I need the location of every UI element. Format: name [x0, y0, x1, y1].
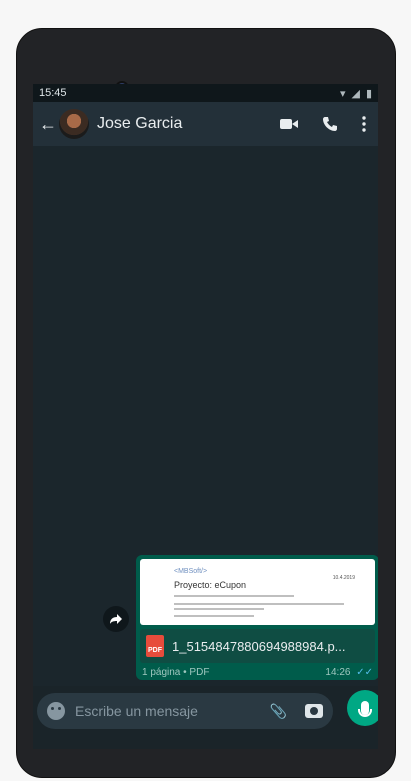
message-meta: 1 página • PDF 14:26 ✓✓: [140, 663, 375, 678]
preview-text-line: [174, 615, 254, 617]
attach-icon[interactable]: 📎: [270, 703, 287, 720]
message-time-wrap: 14:26 ✓✓: [325, 667, 373, 678]
pdf-file-icon: PDF: [146, 635, 164, 657]
chat-header: ← Jose Garcia: [33, 102, 378, 146]
preview-logo: <MBSoft/>: [174, 568, 208, 575]
voice-call-icon[interactable]: [322, 116, 338, 132]
status-icons: ▾ ◢ ▮: [340, 87, 372, 100]
message-time: 14:26: [325, 667, 351, 678]
back-arrow-icon[interactable]: ←: [39, 114, 57, 135]
file-row[interactable]: PDF 1_5154847880694988984.p...: [140, 629, 375, 663]
phone-screen: 15:45 ▾ ◢ ▮ ← Jose Garcia <MBSoft/> 10.4…: [33, 84, 378, 749]
document-message-bubble[interactable]: <MBSoft/> 10.4.2019 Proyecto: eCupon PDF…: [136, 555, 378, 680]
forward-button[interactable]: [103, 606, 129, 632]
page-count: 1 página • PDF: [142, 667, 210, 678]
preview-title: Proyecto: eCupon: [174, 580, 247, 590]
message-composer: Escribe un mensaje 📎: [33, 686, 378, 736]
emoji-icon[interactable]: [47, 702, 65, 720]
signal-icon: ◢: [351, 87, 360, 100]
battery-icon: ▮: [365, 87, 372, 100]
contact-name[interactable]: Jose Garcia: [97, 115, 280, 133]
avatar[interactable]: [59, 109, 89, 139]
wifi-icon: ▾: [339, 87, 346, 100]
preview-text-line: [174, 595, 294, 597]
message-input[interactable]: Escribe un mensaje 📎: [37, 693, 333, 729]
voice-record-button[interactable]: [347, 690, 378, 726]
file-name: 1_5154847880694988984.p...: [172, 638, 346, 654]
message-placeholder[interactable]: Escribe un mensaje: [75, 703, 270, 719]
read-receipt-icon: ✓✓: [356, 667, 373, 678]
menu-icon[interactable]: [362, 116, 366, 132]
status-time: 15:45: [39, 87, 67, 99]
microphone-icon: [358, 701, 372, 717]
preview-text-line: [174, 608, 264, 610]
status-bar: 15:45 ▾ ◢ ▮: [33, 84, 378, 102]
header-actions: [280, 116, 372, 132]
video-call-icon[interactable]: [280, 118, 298, 130]
camera-icon[interactable]: [305, 704, 323, 718]
preview-date: 10.4.2019: [332, 575, 355, 581]
forward-arrow-icon: [110, 614, 122, 624]
preview-text-line: [174, 603, 344, 605]
document-preview[interactable]: <MBSoft/> 10.4.2019 Proyecto: eCupon: [140, 559, 375, 625]
